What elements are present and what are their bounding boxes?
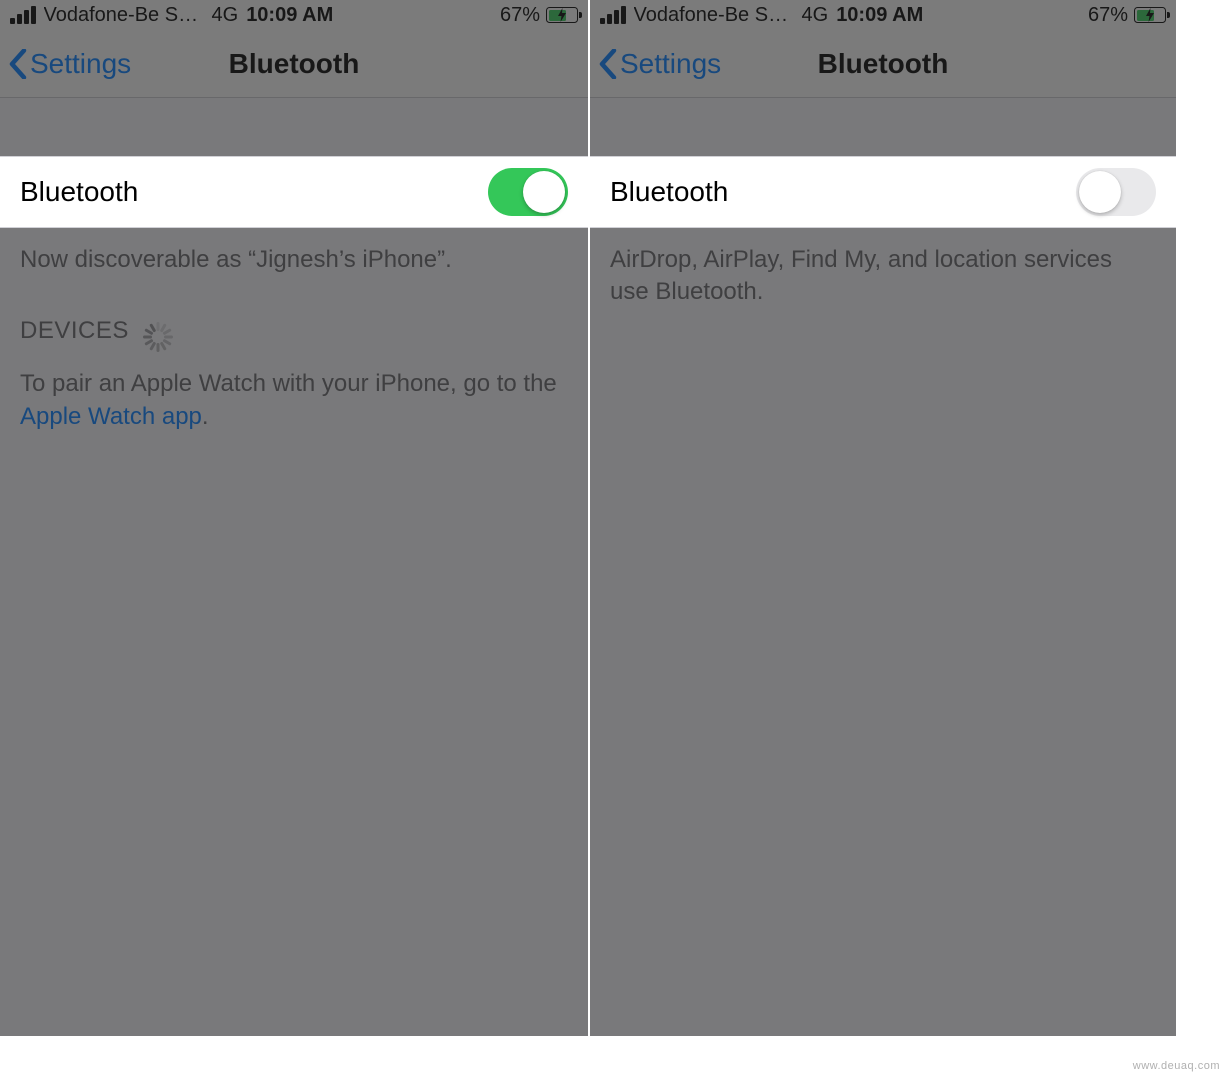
battery-percent: 67% [500, 4, 540, 27]
devices-section-header: DEVICES [0, 276, 588, 346]
bluetooth-toggle[interactable] [488, 168, 568, 216]
screen-bluetooth-off: Vodafone-Be Sa... 4G 10:09 AM 67% Settin… [588, 0, 1176, 1036]
chevron-left-icon [598, 49, 618, 79]
charging-bolt-icon [557, 8, 567, 22]
status-bar: Vodafone-Be Sa... 4G 10:09 AM 67% [0, 0, 588, 30]
chevron-left-icon [8, 49, 28, 79]
loading-spinner-icon [143, 316, 173, 346]
carrier-label: Vodafone-Be Sa... [44, 4, 204, 27]
pair-watch-text: To pair an Apple Watch with your iPhone,… [0, 346, 588, 433]
nav-bar: Settings Bluetooth [0, 30, 588, 98]
clock: 10:09 AM [836, 4, 923, 27]
back-label: Settings [30, 48, 131, 80]
bluetooth-toggle-row[interactable]: Bluetooth [0, 156, 588, 228]
bluetooth-off-info: AirDrop, AirPlay, Find My, and location … [590, 228, 1176, 309]
discoverable-text: Now discoverable as “Jignesh’s iPhone”. [0, 228, 588, 276]
charging-bolt-icon [1145, 8, 1155, 22]
network-type: 4G [802, 4, 829, 27]
bluetooth-row-label: Bluetooth [20, 176, 488, 208]
screen-bluetooth-on: Vodafone-Be Sa... 4G 10:09 AM 67% Settin… [0, 0, 588, 1036]
battery-percent: 67% [1088, 4, 1128, 27]
signal-strength-icon [600, 6, 626, 24]
bluetooth-row-label: Bluetooth [610, 176, 1076, 208]
network-type: 4G [212, 4, 239, 27]
back-button[interactable]: Settings [0, 48, 131, 80]
battery-icon [1134, 7, 1166, 23]
back-button[interactable]: Settings [590, 48, 721, 80]
status-bar: Vodafone-Be Sa... 4G 10:09 AM 67% [590, 0, 1176, 30]
carrier-label: Vodafone-Be Sa... [634, 4, 794, 27]
clock: 10:09 AM [246, 4, 333, 27]
devices-header-label: DEVICES [20, 317, 129, 345]
bluetooth-toggle-row[interactable]: Bluetooth [590, 156, 1176, 228]
apple-watch-app-link[interactable]: Apple Watch app [20, 403, 202, 430]
signal-strength-icon [10, 6, 36, 24]
watermark: www.deuaq.com [1133, 1060, 1220, 1072]
bluetooth-toggle[interactable] [1076, 168, 1156, 216]
battery-icon [546, 7, 578, 23]
back-label: Settings [620, 48, 721, 80]
nav-bar: Settings Bluetooth [590, 30, 1176, 98]
